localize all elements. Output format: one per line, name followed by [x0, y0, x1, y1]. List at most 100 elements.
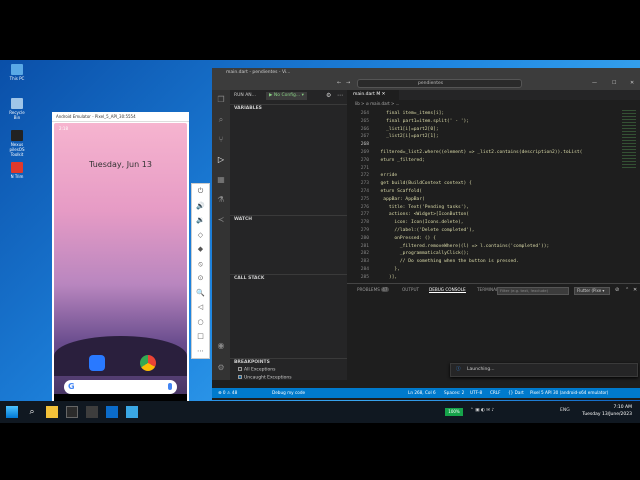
indent-status[interactable]: Spaces: 2 [444, 388, 464, 398]
flutter-icon[interactable]: ≺ [212, 210, 230, 230]
code-line[interactable]: 268 [347, 141, 640, 149]
back-icon[interactable]: ◁ [192, 300, 209, 315]
overview-icon[interactable]: □ [192, 329, 209, 344]
app-icon[interactable] [66, 406, 78, 418]
cursor-position[interactable]: Ln 268, Col 6 [408, 388, 436, 398]
mic-icon[interactable] [168, 383, 172, 390]
run-debug-icon[interactable]: ▷ [212, 150, 230, 170]
start-icon[interactable] [6, 406, 18, 418]
code-line[interactable]: 280 onPressed: () { [347, 235, 640, 243]
file-explorer-icon[interactable] [46, 406, 58, 418]
explorer-icon[interactable]: ❐ [212, 90, 230, 110]
code-line[interactable]: 275 appBar: AppBar( [347, 196, 640, 204]
code-line[interactable]: 272 erride [347, 172, 640, 180]
variables-section[interactable]: VARIABLES [230, 104, 347, 112]
gear-icon[interactable]: ⚙ [212, 358, 230, 378]
search-icon[interactable]: ⌕ [26, 406, 38, 418]
code-line[interactable]: 282 _programmaticallyClick(); [347, 250, 640, 258]
extensions-icon[interactable]: ▦ [212, 170, 230, 190]
tray-icons[interactable]: ⌃ ▣ ◐ ✉ ♪ [470, 408, 494, 413]
vscode-icon[interactable] [106, 406, 118, 418]
maximize-icon[interactable]: ☐ [612, 80, 616, 86]
chrome-icon[interactable] [140, 355, 156, 371]
clock[interactable]: 7:10 AM Tuesday 13/June/2023 [582, 404, 632, 418]
source-control-icon[interactable]: ⑂ [212, 130, 230, 150]
checkbox[interactable] [238, 367, 242, 371]
code-line[interactable]: 277 actions: <Widget>[IconButton( [347, 211, 640, 219]
command-search[interactable]: pendientes [357, 79, 522, 88]
code-line[interactable]: 270 eturn _filtered; [347, 157, 640, 165]
rotate-right-icon[interactable]: ◆ [192, 242, 209, 257]
language-indicator[interactable]: ENG [560, 408, 570, 413]
camera-icon[interactable]: ⊙ [192, 271, 209, 286]
zoom-icon[interactable]: 🔍 [192, 286, 209, 301]
tab-main-dart[interactable]: main.dart M ✕ [347, 90, 399, 100]
desktop-icon-ntrim[interactable]: N Trim [6, 162, 28, 179]
debug-status[interactable]: Debug my code [272, 388, 305, 398]
power-icon[interactable]: ⏻ [192, 184, 209, 199]
code-line[interactable]: 284 }, [347, 266, 640, 274]
desktop-icon-recycle-bin[interactable]: Recycle Bin [6, 98, 28, 120]
code-line[interactable]: 285 )], [347, 274, 640, 282]
more-icon[interactable]: ⋯ [192, 344, 209, 359]
encoding-status[interactable]: UTF-8 [470, 388, 482, 398]
clear-console-icon[interactable]: ⊘ [615, 287, 619, 293]
code-line[interactable]: 264 final item=_items[i]; [347, 110, 640, 118]
battery-indicator[interactable]: 100% [445, 408, 463, 416]
desktop-icon-this-pc[interactable]: This PC [6, 64, 28, 81]
filter-input[interactable]: Filter (e.g. text, !exclude) [497, 287, 569, 295]
messages-icon[interactable] [89, 355, 105, 371]
phone-screen[interactable]: 2:18 Tuesday, Jun 13 G ◀ ● ■ [54, 123, 187, 416]
code-line[interactable]: 269 filtered=_list2.where((element) => _… [347, 149, 640, 157]
code-line[interactable]: 273 get build(BuildContext context) { [347, 180, 640, 188]
code-line[interactable]: 266 _list1[i]=part2[0]; [347, 126, 640, 134]
app-icon[interactable] [126, 406, 138, 418]
code-line[interactable]: 283 // Do something when the button is p… [347, 258, 640, 266]
code-line[interactable]: 276 title: Text('Pending tasks'), [347, 204, 640, 212]
minimap[interactable] [622, 110, 636, 170]
tab-problems[interactable]: PROBLEMS 47 [357, 287, 389, 292]
google-search-bar[interactable]: G [64, 380, 177, 394]
problems-status[interactable]: ⊗ 0 ⚠ 48 [218, 388, 237, 398]
code-line[interactable]: 265 final part1=item.split(' - '); [347, 118, 640, 126]
minimize-icon[interactable]: — [592, 80, 597, 86]
code-line[interactable]: 281 _filtered.removeWhere((l) => l.conta… [347, 243, 640, 251]
account-icon[interactable]: ◉ [212, 336, 230, 356]
run-config-select[interactable]: ▶ No Config... ▾ [266, 92, 307, 100]
call-stack-section[interactable]: CALL STACK [230, 274, 347, 282]
code-line[interactable]: 279 //label:('Delete completed'), [347, 227, 640, 235]
fold-icon[interactable]: ⦸ [192, 257, 209, 272]
language-status[interactable]: {} Dart [508, 388, 524, 398]
code-line[interactable]: 271 [347, 165, 640, 173]
chevron-up-icon[interactable]: ⌃ [625, 287, 629, 293]
back-arrow-icon[interactable]: ← [337, 80, 341, 86]
close-icon[interactable]: ✕ [633, 287, 637, 293]
forward-arrow-icon[interactable]: → [346, 80, 350, 86]
code-line[interactable]: 274 eturn Scaffold( [347, 188, 640, 196]
watch-section[interactable]: WATCH [230, 215, 347, 223]
testing-icon[interactable]: ⚗ [212, 190, 230, 210]
tab-debug-console[interactable]: DEBUG CONSOLE [429, 287, 466, 293]
checkbox[interactable] [238, 375, 242, 379]
code-line[interactable]: 278 icon: Icon(Icons.delete), [347, 219, 640, 227]
tab-output[interactable]: OUTPUT [402, 287, 419, 292]
debug-session-select[interactable]: Flutter (Pixe ▾ [574, 287, 610, 295]
volume-up-icon[interactable]: 🔊 [192, 199, 209, 214]
desktop-icon-toolkit[interactable]: Nexus pilesOS Toolkit [6, 130, 28, 157]
search-icon[interactable]: ⌕ [212, 110, 230, 130]
code-editor[interactable]: main.dart M ✕ lib > ⊘ main.dart > ... 26… [347, 90, 640, 285]
breadcrumb[interactable]: lib > ⊘ main.dart > ... [355, 101, 399, 106]
breakpoint-uncaught-exceptions[interactable]: Uncaught Exceptions [238, 375, 292, 381]
rotate-left-icon[interactable]: ◇ [192, 228, 209, 243]
eol-status[interactable]: CRLF [490, 388, 501, 398]
gear-icon[interactable]: ⚙ [326, 92, 331, 99]
device-status[interactable]: Pixel 5 API 30 (android-x64 emulator) [530, 388, 608, 398]
more-icon[interactable]: ⋯ [337, 92, 343, 99]
breakpoints-section[interactable]: BREAKPOINTS [230, 358, 347, 366]
tab-terminal[interactable]: TERMINAL [477, 287, 498, 292]
volume-down-icon[interactable]: 🔉 [192, 213, 209, 228]
app-icon[interactable] [86, 406, 98, 418]
breakpoint-all-exceptions[interactable]: All Exceptions [238, 367, 276, 373]
code-line[interactable]: 267 _list2[i]=part2[1]; [347, 133, 640, 141]
close-icon[interactable]: ✕ [630, 80, 634, 86]
